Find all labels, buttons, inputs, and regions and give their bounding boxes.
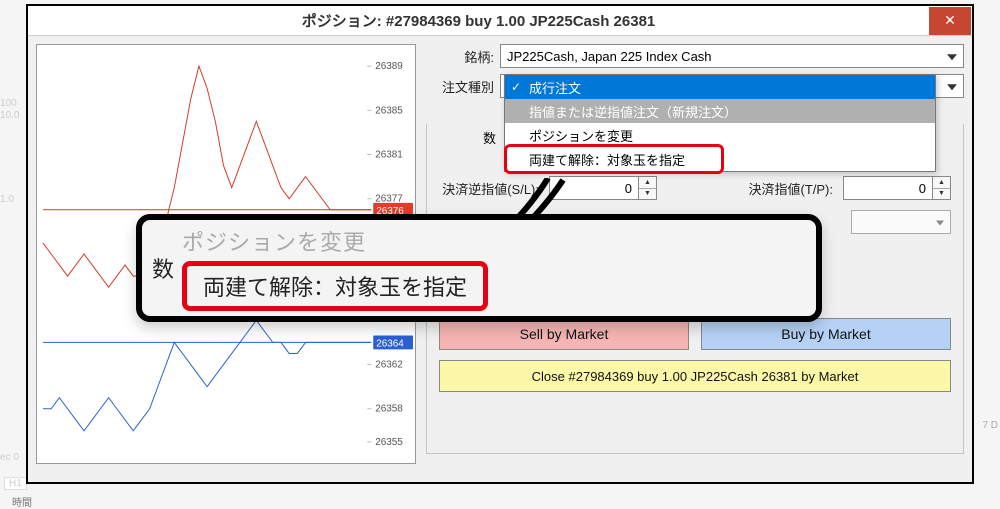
dropdown-item-closeby[interactable]: 両建て解除：対象玉を指定 <box>505 147 935 171</box>
dropdown-item-market[interactable]: ✓ 成行注文 <box>505 75 935 99</box>
bg-label: 10.0 <box>0 110 19 121</box>
window-title: ポジション: #27984369 buy 1.00 JP225Cash 2638… <box>28 10 929 31</box>
symbol-select[interactable]: JP225Cash, Japan 225 Index Cash <box>500 44 964 68</box>
dropdown-item-label: ポジションを変更 <box>529 126 633 145</box>
callout-side-label: 数 <box>152 252 174 284</box>
sell-market-button[interactable]: Sell by Market <box>439 318 689 350</box>
tp-spinner[interactable]: ▲ ▼ <box>843 176 951 200</box>
arrow-down-icon[interactable]: ▼ <box>933 189 950 200</box>
close-icon: ✕ <box>944 12 956 29</box>
dropdown-item-modify[interactable]: ポジションを変更 <box>505 123 935 147</box>
spinner-arrows[interactable]: ▲ ▼ <box>933 176 951 200</box>
titlebar: ポジション: #27984369 buy 1.00 JP225Cash 2638… <box>28 6 972 36</box>
svg-text:26389: 26389 <box>375 61 403 72</box>
svg-text:26381: 26381 <box>375 150 403 161</box>
symbol-value: JP225Cash, Japan 225 Index Cash <box>507 49 712 64</box>
instruction-callout: 数 ポジションを変更 両建て解除：対象玉を指定 <box>136 214 822 322</box>
buy-market-button[interactable]: Buy by Market <box>701 318 951 350</box>
tp-label: 決済指値(T/P): <box>749 179 834 198</box>
dropdown-item-label: 成行注文 <box>529 78 581 97</box>
tp-input[interactable] <box>843 176 933 200</box>
spinner-arrows[interactable]: ▲ ▼ <box>639 176 657 200</box>
bg-label: ec 0 <box>0 452 19 463</box>
dropdown-item-label: 指値または逆指値注文（新規注文） <box>529 102 737 121</box>
timeframe-badge[interactable]: H1 <box>4 477 27 490</box>
arrow-down-icon[interactable]: ▼ <box>639 189 656 200</box>
svg-text:26364: 26364 <box>376 338 404 349</box>
arrow-up-icon[interactable]: ▲ <box>933 177 950 189</box>
qty-label: 数 <box>483 128 496 147</box>
bg-label: 1.0 <box>0 194 14 205</box>
ordertype-label: 注文種別 <box>426 77 494 96</box>
bg-label: 時間 <box>12 494 32 509</box>
expiry-select[interactable] <box>851 210 951 234</box>
bg-label: 100 <box>0 98 17 109</box>
close-position-button[interactable]: Close #27984369 buy 1.00 JP225Cash 26381… <box>439 360 951 392</box>
ordertype-dropdown[interactable]: ✓ 成行注文 指値または逆指値注文（新規注文） ポジションを変更 両建て解除：対… <box>504 74 936 172</box>
svg-text:26358: 26358 <box>375 404 403 415</box>
callout-faded-text: ポジションを変更 <box>182 225 488 257</box>
close-button[interactable]: ✕ <box>929 7 971 35</box>
callout-highlighted-text: 両建て解除：対象玉を指定 <box>182 261 488 311</box>
svg-text:26362: 26362 <box>375 360 403 371</box>
svg-text:26385: 26385 <box>375 105 403 116</box>
bg-label: 7 D <box>982 420 998 431</box>
svg-text:26355: 26355 <box>375 437 403 448</box>
check-icon: ✓ <box>511 80 521 94</box>
arrow-up-icon[interactable]: ▲ <box>639 177 656 189</box>
dropdown-item-label: 両建て解除：対象玉を指定 <box>529 150 685 169</box>
dropdown-item-pending[interactable]: 指値または逆指値注文（新規注文） <box>505 99 935 123</box>
symbol-label: 銘柄: <box>426 47 494 66</box>
